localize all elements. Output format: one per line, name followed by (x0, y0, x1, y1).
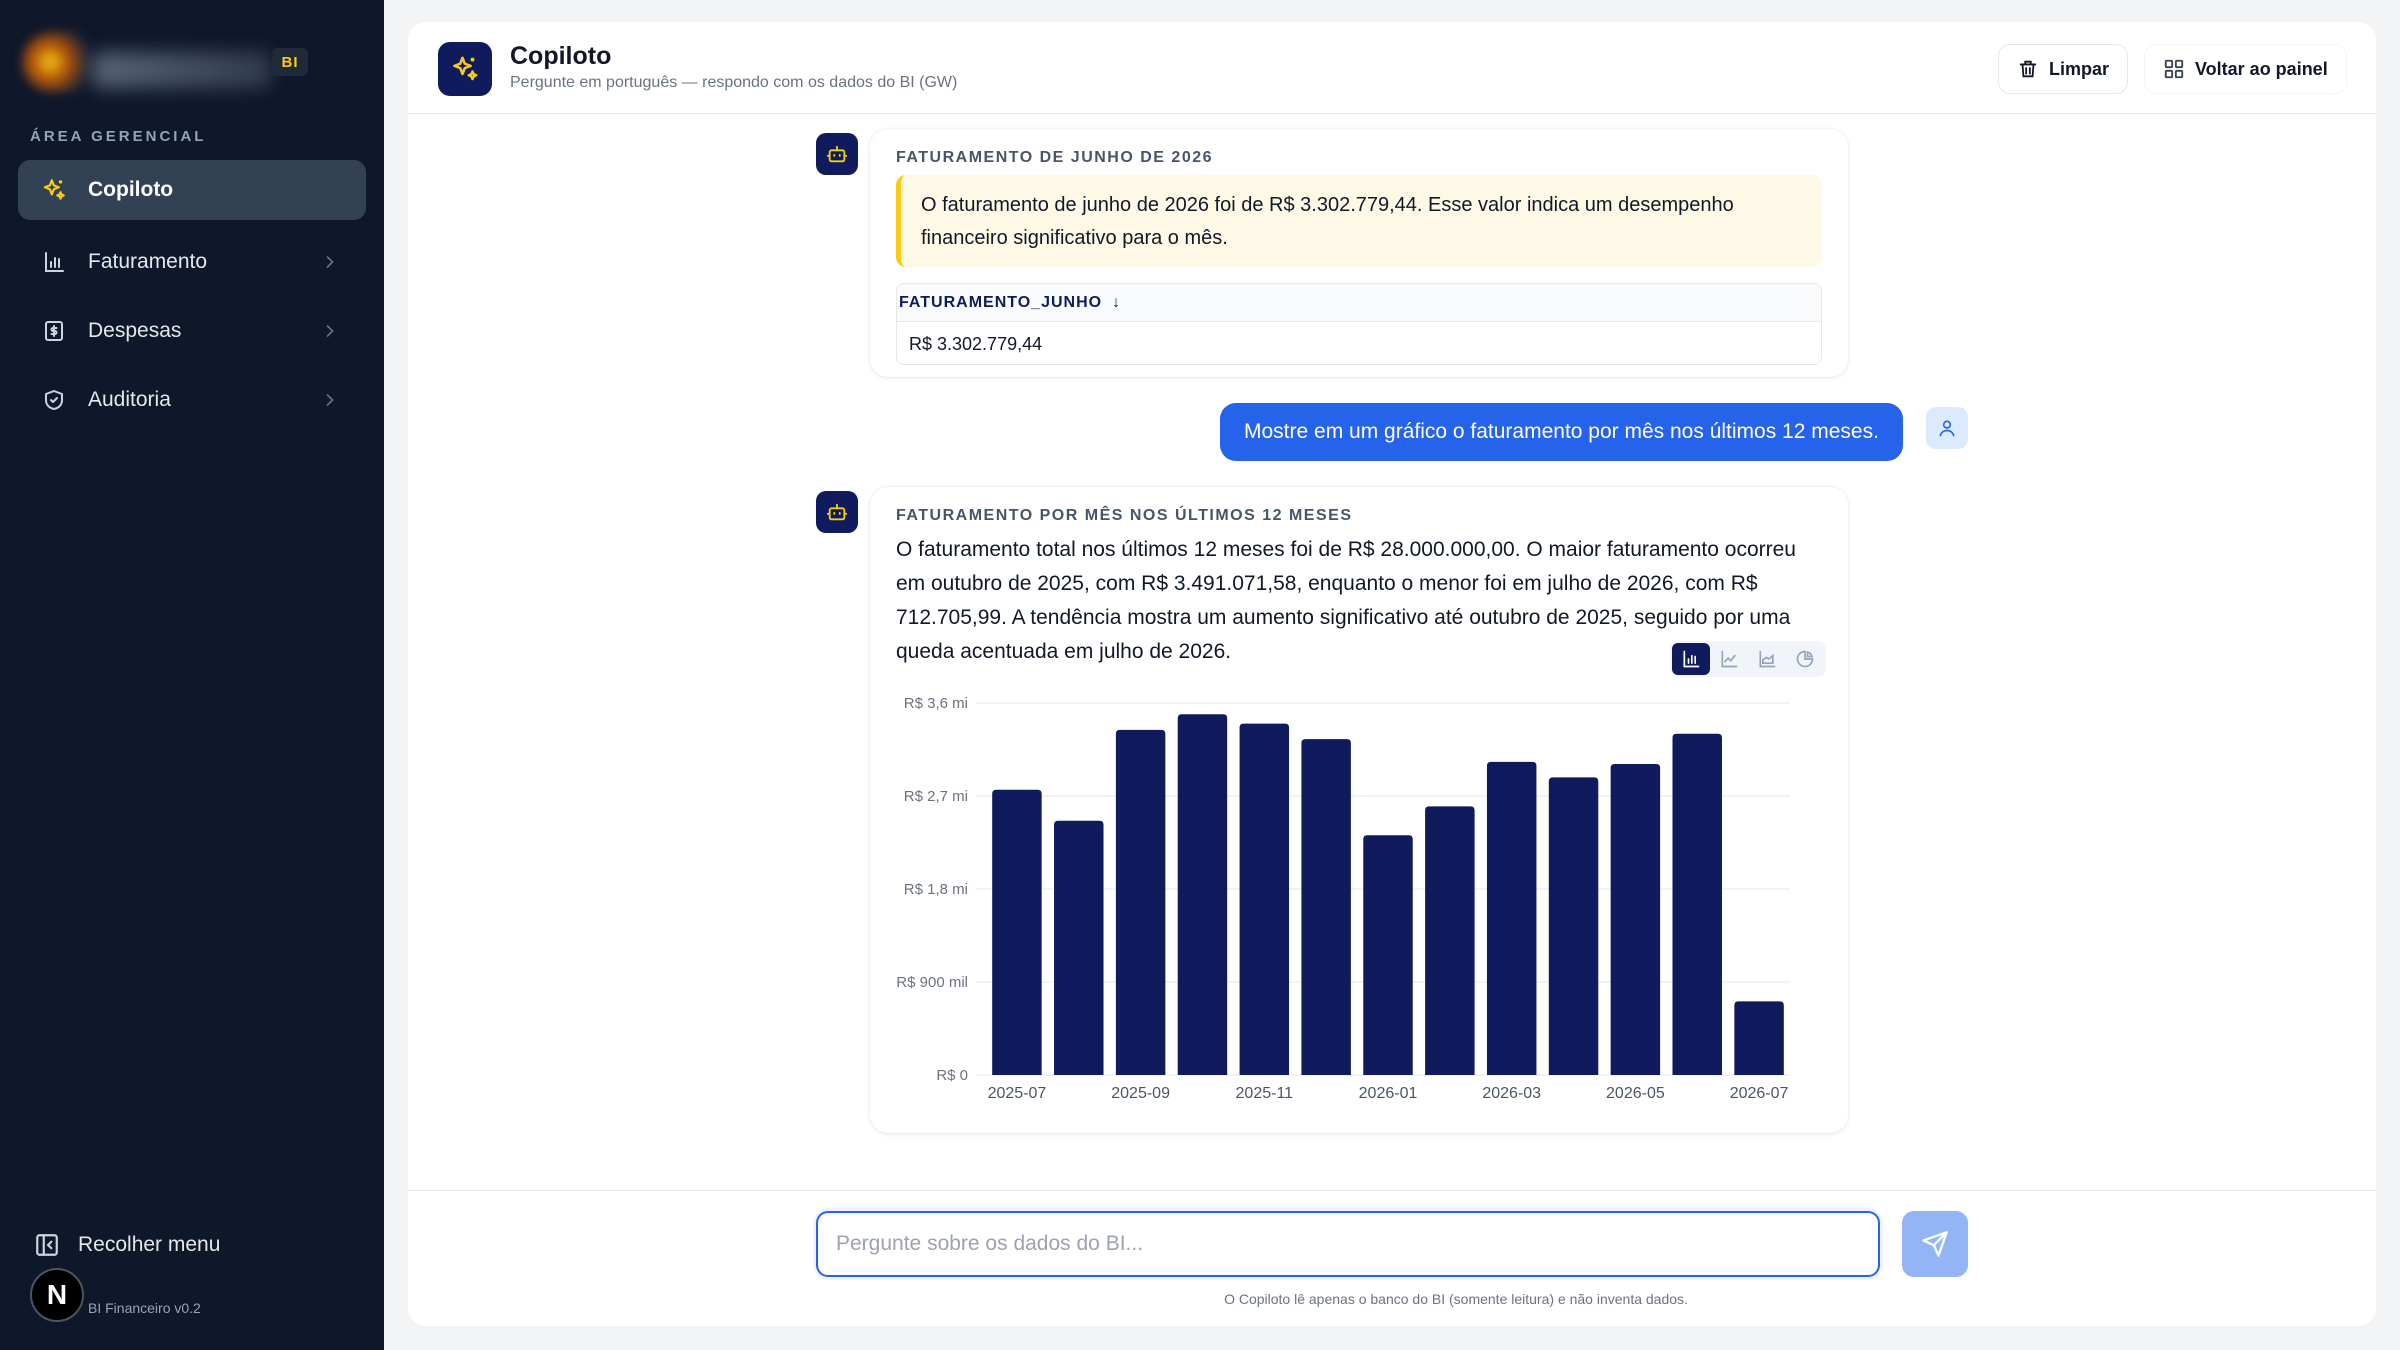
result-table: FATURAMENTO_JUNHO ↓ R$ 3.302.779,44 (896, 283, 1822, 365)
sidebar-item-copiloto[interactable]: Copiloto (18, 160, 366, 220)
x-tick-label: 2026-05 (1606, 1085, 1665, 1102)
line-chart-icon (1721, 650, 1738, 668)
bar-chart-icon (40, 248, 68, 276)
clear-button-label: Limpar (2049, 58, 2110, 79)
user-icon (1939, 420, 1955, 437)
chart-bar (1734, 1001, 1784, 1075)
page-title: Copiloto (510, 42, 612, 70)
message-title: FATURAMENTO POR MÊS NOS ÚLTIMOS 12 MESES (896, 507, 1353, 524)
layout-grid-icon (2164, 59, 2184, 79)
message-title: FATURAMENTO DE JUNHO DE 2026 (896, 149, 1214, 166)
y-tick-label: R$ 2,7 mi (904, 788, 968, 805)
shield-check-icon (40, 386, 68, 414)
trash-icon (2019, 60, 2037, 78)
bot-avatar (816, 133, 858, 175)
receipt-icon (40, 317, 68, 345)
sidebar-item-label: Auditoria (88, 388, 171, 411)
chevron-right-icon (326, 394, 334, 406)
chart-type-line-button[interactable] (1710, 643, 1748, 675)
chart-type-bar-button[interactable] (1672, 643, 1710, 675)
x-tick-label: 2026-07 (1730, 1085, 1789, 1102)
n-badge[interactable]: N (30, 1268, 84, 1322)
chart-bar (992, 789, 1042, 1075)
bot-icon (826, 145, 848, 163)
table-cell: R$ 3.302.779,44 (909, 333, 1043, 354)
chevron-right-icon (326, 256, 334, 268)
x-tick-label: 2025-09 (1111, 1085, 1170, 1102)
panel-collapse-icon (36, 1234, 58, 1256)
sort-arrow-icon: ↓ (1112, 293, 1122, 311)
chart-bar (1363, 835, 1413, 1075)
chart-bar (1301, 739, 1351, 1075)
revenue-bar-chart: R$ 0 R$ 900 mil R$ 1,8 mi R$ 2,7 mi R$ 3,6 m… (896, 695, 1790, 1102)
user-message-text: Mostre em um gráfico o faturamento por m… (1244, 420, 1879, 443)
chart-bar (1610, 763, 1661, 1075)
chart-bar (1486, 761, 1537, 1075)
sidebar-item-despesas[interactable]: Despesas (18, 301, 366, 361)
sparkles-icon (40, 176, 68, 204)
y-tick-label: R$ 0 (936, 1067, 968, 1084)
chart-type-area-button[interactable] (1748, 643, 1786, 675)
chart-type-pie-button[interactable] (1786, 643, 1824, 675)
x-tick-label: 2025-11 (1236, 1085, 1294, 1102)
bar-chart-icon (1683, 650, 1700, 668)
sidebar: BI ÁREA GERENCIAL Copiloto Faturamento D… (0, 0, 384, 1350)
collapse-menu-label: Recolher menu (78, 1233, 221, 1256)
y-tick-label: R$ 900 mil (896, 974, 968, 991)
page-header: Copiloto Pergunte em português — respond… (408, 22, 2376, 114)
bot-icon (826, 503, 848, 521)
pie-chart-icon (1796, 650, 1814, 668)
sidebar-item-faturamento[interactable]: Faturamento (18, 232, 366, 292)
chart-bar (1115, 729, 1166, 1075)
send-icon (1922, 1231, 1948, 1257)
chart-bar (1548, 777, 1599, 1075)
x-tick-label: 2025-07 (988, 1085, 1047, 1102)
bi-badge: BI (272, 48, 308, 76)
collapse-menu-button[interactable]: Recolher menu (34, 1232, 220, 1258)
back-to-panel-label: Voltar ao painel (2195, 58, 2328, 79)
user-avatar (1926, 407, 1968, 449)
brand-logo-area[interactable] (22, 24, 272, 102)
chart-bar (1672, 733, 1722, 1075)
question-input[interactable] (816, 1211, 1880, 1277)
chat-thread[interactable]: FATURAMENTO DE JUNHO DE 2026 O faturamen… (408, 115, 2376, 1175)
bot-message-card: FATURAMENTO POR MÊS NOS ÚLTIMOS 12 MESES… (870, 487, 1848, 1133)
x-tick-label: 2026-03 (1482, 1085, 1541, 1102)
brand-name-blurred (92, 52, 272, 88)
chevron-right-icon (326, 325, 334, 337)
bot-message-card: FATURAMENTO DE JUNHO DE 2026 O faturamen… (870, 129, 1848, 377)
sidebar-item-auditoria[interactable]: Auditoria (18, 370, 366, 430)
clear-button[interactable]: Limpar (1998, 44, 2129, 94)
back-to-panel-button[interactable]: Voltar ao painel (2144, 44, 2347, 94)
chart-bar (1177, 714, 1228, 1075)
y-tick-label: R$ 3,6 mi (904, 695, 968, 712)
brand-logo (22, 32, 102, 92)
chart-bar (1054, 820, 1104, 1075)
chart-type-toggle (1670, 641, 1826, 677)
composer: O Copiloto lê apenas o banco do BI (some… (408, 1190, 2376, 1326)
x-tick-label: 2026-01 (1359, 1085, 1418, 1102)
user-message-bubble: Mostre em um gráfico o faturamento por m… (1220, 403, 1903, 461)
chart-bar (1239, 723, 1290, 1075)
bot-avatar (816, 491, 858, 533)
table-column-header: FATURAMENTO_JUNHO (899, 293, 1103, 311)
highlight-answer: O faturamento de junho de 2026 foi de R$… (896, 175, 1822, 267)
section-label: ÁREA GERENCIAL (30, 128, 207, 145)
main-panel: Copiloto Pergunte em português — respond… (408, 22, 2376, 1326)
page-subtitle: Pergunte em português — respondo com os … (510, 74, 958, 91)
copilot-logo-icon (438, 42, 492, 96)
area-chart-icon (1759, 650, 1776, 668)
y-tick-label: R$ 1,8 mi (904, 881, 968, 898)
send-button[interactable] (1902, 1211, 1968, 1277)
sidebar-item-label: Copiloto (88, 178, 174, 201)
table-header[interactable]: FATURAMENTO_JUNHO ↓ (897, 284, 1821, 322)
sidebar-item-label: Faturamento (88, 250, 208, 273)
sidebar-item-label: Despesas (88, 319, 182, 342)
chart-bar (1425, 806, 1475, 1075)
